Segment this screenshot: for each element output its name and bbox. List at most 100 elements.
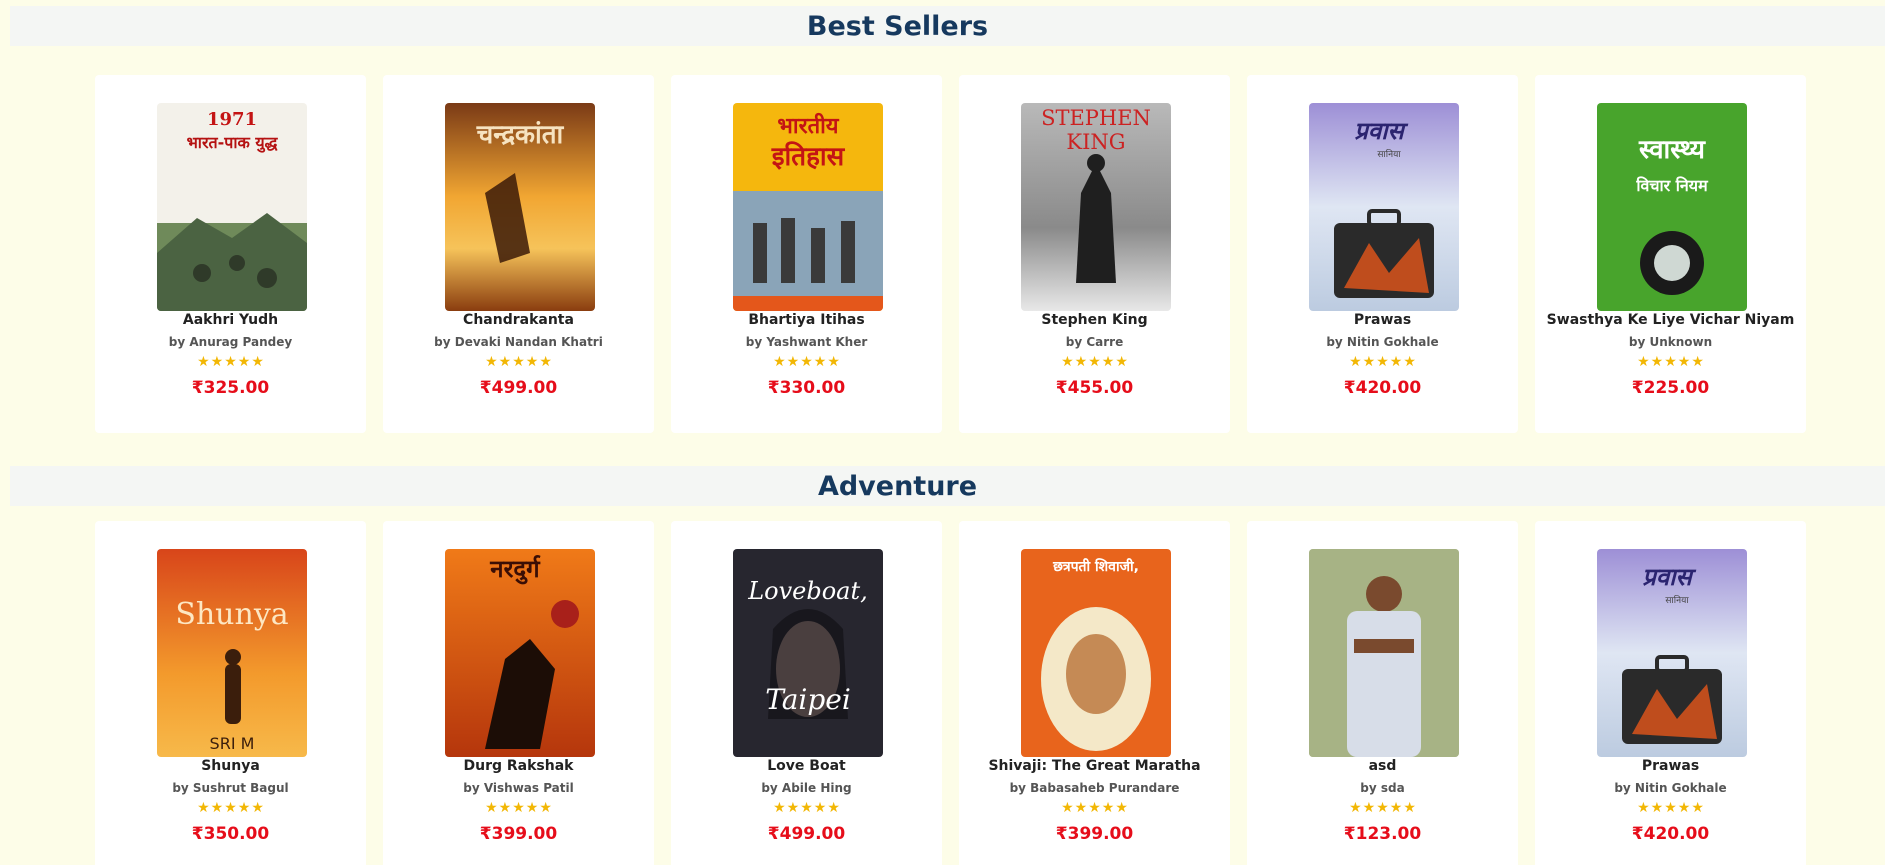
star-icon: ★ bbox=[237, 800, 251, 816]
star-icon: ★ bbox=[1650, 800, 1664, 816]
book-cover[interactable]: स्वास्थ्य विचार नियम bbox=[1597, 103, 1747, 311]
svg-text:चन्द्रकांता: चन्द्रकांता bbox=[476, 120, 565, 150]
book-title[interactable]: Love Boat bbox=[671, 758, 942, 774]
book-cover[interactable]: 1971 भारत-पाक युद्ध bbox=[157, 103, 307, 311]
book-cover[interactable]: STEPHEN KING bbox=[1021, 103, 1171, 311]
book-price: ₹420.00 bbox=[1343, 378, 1422, 398]
book-author: by Unknown bbox=[1628, 335, 1713, 349]
rating-stars: ★ ★ ★ ★ ★ bbox=[959, 355, 1230, 369]
rating-stars: ★ ★ ★ ★ ★ bbox=[1535, 801, 1806, 815]
book-card[interactable]: प्रवास सानिया Prawas by Nitin Gokhale ★ ★… bbox=[1247, 75, 1518, 433]
book-card[interactable]: नरदुर्ग Durg Rakshak by Vishwas Patil ★ ★… bbox=[383, 521, 654, 865]
star-icon: ★ bbox=[512, 354, 525, 370]
section-header: Adventure bbox=[10, 466, 1885, 506]
star-icon: ★ bbox=[827, 354, 840, 370]
star-icon: ★ bbox=[1637, 800, 1650, 816]
book-cover[interactable]: Loveboat, Taipei bbox=[733, 549, 883, 757]
book-price: ₹499.00 bbox=[479, 378, 558, 398]
star-icon: ★ bbox=[1376, 354, 1389, 370]
rating-stars: ★ ★ ★ ★ ★ bbox=[1247, 355, 1518, 369]
star-icon: ★ bbox=[800, 800, 813, 816]
book-title[interactable]: Chandrakanta bbox=[383, 312, 654, 328]
book-title[interactable]: Prawas bbox=[1535, 758, 1806, 774]
book-card[interactable]: STEPHEN KING Stephen King by Carre ★ ★ ★ ★ ★… bbox=[959, 75, 1230, 433]
book-card[interactable]: चन्द्रकांता Chandrakanta by Devaki Nanda… bbox=[383, 75, 654, 433]
star-icon: ★ bbox=[1376, 800, 1389, 816]
star-icon: ★ bbox=[224, 800, 237, 816]
star-icon: ★ bbox=[773, 800, 786, 816]
rating-stars: ★ ★ ★ ★ ★ bbox=[671, 355, 942, 369]
svg-text:SRI M: SRI M bbox=[210, 734, 255, 753]
book-title[interactable]: asd bbox=[1247, 758, 1518, 774]
star-icon: ★ bbox=[1061, 800, 1074, 816]
book-title[interactable]: Durg Rakshak bbox=[383, 758, 654, 774]
book-title[interactable]: Aakhri Yudh bbox=[95, 312, 366, 328]
star-icon: ★ bbox=[813, 354, 827, 370]
star-icon: ★ bbox=[1101, 800, 1115, 816]
book-card[interactable]: Shunya SRI M Shunya by Sushrut Bagul ★ ★ ★… bbox=[95, 521, 366, 865]
book-title[interactable]: Prawas bbox=[1247, 312, 1518, 328]
star-icon: ★ bbox=[773, 354, 786, 370]
book-title[interactable]: Bhartiya Itihas bbox=[671, 312, 942, 328]
star-icon: ★ bbox=[1691, 354, 1704, 370]
star-icon: ★ bbox=[498, 800, 512, 816]
book-cover[interactable] bbox=[1309, 549, 1459, 757]
book-author: by Devaki Nandan Khatri bbox=[434, 335, 603, 349]
book-card[interactable]: Loveboat, Taipei Love Boat by Abile Hing… bbox=[671, 521, 942, 865]
star-icon: ★ bbox=[1389, 800, 1403, 816]
star-icon: ★ bbox=[512, 800, 525, 816]
book-cover[interactable]: प्रवास सानिया bbox=[1597, 549, 1747, 757]
star-icon: ★ bbox=[1115, 800, 1128, 816]
star-icon: ★ bbox=[485, 800, 498, 816]
book-cover[interactable]: चन्द्रकांता bbox=[445, 103, 595, 311]
star-icon: ★ bbox=[251, 354, 264, 370]
star-icon: ★ bbox=[1115, 354, 1128, 370]
star-icon: ★ bbox=[525, 800, 539, 816]
star-icon: ★ bbox=[1349, 800, 1362, 816]
book-title[interactable]: Shunya bbox=[95, 758, 366, 774]
book-title[interactable]: Shivaji: The Great Maratha bbox=[959, 758, 1230, 774]
star-icon: ★ bbox=[1637, 354, 1650, 370]
svg-text:इतिहास: इतिहास bbox=[771, 141, 846, 172]
book-author: by Abile Hing bbox=[761, 781, 852, 795]
book-cover[interactable]: Shunya SRI M bbox=[157, 549, 307, 757]
star-icon: ★ bbox=[800, 354, 813, 370]
svg-text:सानिया: सानिया bbox=[1665, 594, 1689, 606]
book-cover[interactable]: भारतीय इतिहास bbox=[733, 103, 883, 311]
book-price: ₹399.00 bbox=[1055, 824, 1134, 844]
book-cover[interactable]: छत्रपती शिवाजी, bbox=[1021, 549, 1171, 757]
book-card[interactable]: प्रवास सानिया Prawas by Nitin Gokhale ★ ★… bbox=[1535, 521, 1806, 865]
book-card[interactable]: 1971 भारत-पाक युद्ध Aakhri Yudh by Anura… bbox=[95, 75, 366, 433]
book-cover[interactable]: नरदुर्ग bbox=[445, 549, 595, 757]
book-title[interactable]: Swasthya Ke Liye Vichar Niyam bbox=[1535, 312, 1806, 328]
star-icon: ★ bbox=[525, 354, 539, 370]
star-icon: ★ bbox=[539, 354, 552, 370]
rating-stars: ★ ★ ★ ★ ★ bbox=[1535, 355, 1806, 369]
svg-text:भारत-पाक युद्ध: भारत-पाक युद्ध bbox=[187, 133, 279, 153]
book-title[interactable]: Stephen King bbox=[959, 312, 1230, 328]
book-card[interactable]: स्वास्थ्य विचार नियम Swasthya Ke Liye Vi… bbox=[1535, 75, 1806, 433]
star-icon: ★ bbox=[1650, 354, 1664, 370]
book-card[interactable]: asd by sda ★ ★ ★ ★ ★ ₹123.00 bbox=[1247, 521, 1518, 865]
svg-text:Loveboat,: Loveboat, bbox=[747, 577, 868, 605]
star-icon: ★ bbox=[224, 354, 237, 370]
star-icon: ★ bbox=[1403, 354, 1416, 370]
star-icon: ★ bbox=[1664, 354, 1677, 370]
book-price: ₹330.00 bbox=[767, 378, 846, 398]
book-price: ₹399.00 bbox=[479, 824, 558, 844]
rating-stars: ★ ★ ★ ★ ★ bbox=[95, 355, 366, 369]
book-author: by Carre bbox=[1065, 335, 1124, 349]
svg-text:प्रवास: प्रवास bbox=[1354, 117, 1408, 145]
star-icon: ★ bbox=[1677, 800, 1691, 816]
rating-stars: ★ ★ ★ ★ ★ bbox=[959, 801, 1230, 815]
rating-stars: ★ ★ ★ ★ ★ bbox=[383, 355, 654, 369]
svg-text:छत्रपती शिवाजी,: छत्रपती शिवाजी, bbox=[1052, 558, 1139, 575]
star-icon: ★ bbox=[1362, 354, 1376, 370]
star-icon: ★ bbox=[539, 800, 552, 816]
svg-text:नरदुर्ग: नरदुर्ग bbox=[489, 555, 541, 585]
star-icon: ★ bbox=[485, 354, 498, 370]
book-cover[interactable]: प्रवास सानिया bbox=[1309, 103, 1459, 311]
book-author: by Sushrut Bagul bbox=[172, 781, 289, 795]
book-card[interactable]: भारतीय इतिहास Bhartiya Itihas by Yashwan… bbox=[671, 75, 942, 433]
book-card[interactable]: छत्रपती शिवाजी, Shivaji: The Great Marat… bbox=[959, 521, 1230, 865]
